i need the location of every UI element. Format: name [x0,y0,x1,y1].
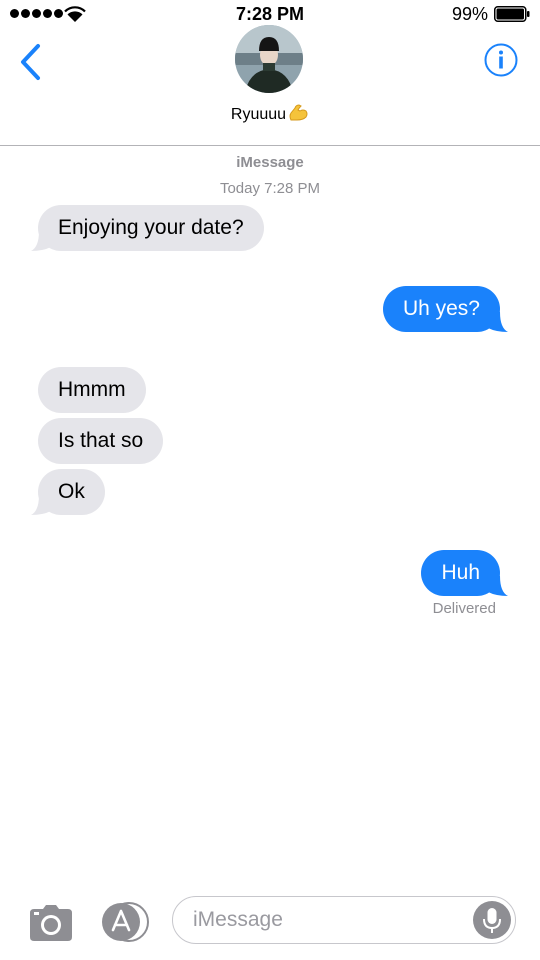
chevron-left-icon[interactable] [16,42,46,82]
camera-icon[interactable] [30,905,72,941]
message-input[interactable] [193,897,453,943]
contact-name[interactable]: Ryuuuu [0,102,540,124]
microphone-glyph [483,908,501,933]
compose-bar [0,892,540,960]
battery-percent: 99% [451,4,488,24]
delivery-status: Delivered [432,600,496,617]
message-text: Uh yes? [402,297,480,320]
app-store-icon[interactable] [100,902,150,942]
bubble-tail [31,231,51,251]
contact-avatar[interactable] [235,25,303,93]
message-bubble-incoming[interactable]: Enjoying your date? [31,205,264,251]
bubble-tail [31,495,51,515]
message-input-box[interactable] [172,896,516,944]
message-text: Hmmm [58,378,126,401]
message-bubble-incoming[interactable]: Is that so [38,418,164,464]
info-icon[interactable] [484,43,518,77]
message-text: Is that so [58,429,144,452]
avatar-image [235,25,303,93]
flexed-biceps-emoji [289,104,308,121]
message-text: Ok [58,480,85,503]
battery-icon [494,6,530,22]
contact-name-text: Ryuuuu [230,106,287,123]
message-bubble-outgoing[interactable]: Huh [421,550,508,596]
bubble-tail [488,312,508,332]
thread-timestamp: Today 7:28 PM [219,180,321,197]
message-bubble-outgoing[interactable]: Uh yes? [382,286,508,332]
message-bubble-incoming[interactable]: Hmmm [38,367,146,413]
microphone-icon[interactable] [473,901,511,939]
service-label: iMessage [236,154,304,171]
status-bar: 7:28 PM 99% [0,0,540,28]
message-text: Enjoying your date? [58,216,244,239]
bubble-tail [488,576,508,596]
conversation-header: Ryuuuu [0,25,540,146]
message-text: Huh [441,561,480,584]
message-bubble-incoming[interactable]: Ok [31,469,105,515]
